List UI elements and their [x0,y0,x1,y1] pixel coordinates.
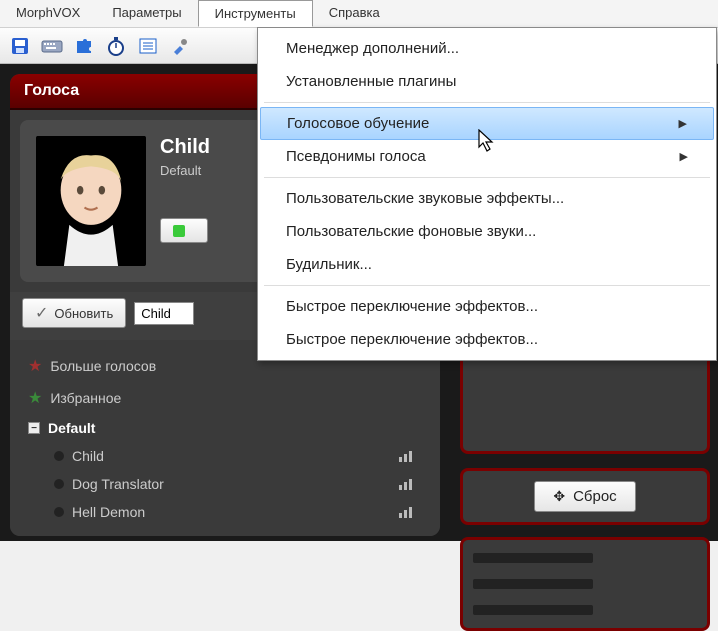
refresh-button[interactable]: ✓ Обновить [22,298,126,328]
tree-favorites[interactable]: ★ Избранное [24,382,426,414]
dd-quick-effects-2[interactable]: Быстрое переключение эффектов... [258,323,716,356]
dd-label: Быстрое переключение эффектов... [286,298,538,315]
dd-separator [264,285,710,286]
reset-panel: ✥ Сброс [460,468,710,525]
dd-label: Голосовое обучение [287,115,429,132]
tree-item-label: Dog Translator [72,476,164,492]
tree-label: Больше голосов [50,358,156,374]
eq-bar [473,605,593,615]
tree-item-dog[interactable]: Dog Translator [24,470,426,498]
dd-voice-aliases[interactable]: Псевдонимы голоса ▶ [258,140,716,173]
signal-icon [399,507,412,518]
dd-separator [264,102,710,103]
tree-item-label: Child [72,448,104,464]
check-icon: ✓ [35,303,48,323]
menu-tools[interactable]: Инструменты [198,0,313,27]
dd-label: Пользовательские звуковые эффекты... [286,190,564,207]
submenu-arrow-icon: ▶ [680,150,688,163]
voice-tree: ★ Больше голосов ★ Избранное − Default C… [10,340,440,536]
dd-label: Псевдонимы голоса [286,148,426,165]
eq-bar [473,553,593,563]
dd-label: Быстрое переключение эффектов... [286,331,538,348]
tree-default-group[interactable]: − Default [24,414,426,442]
refresh-label: Обновить [54,306,113,321]
reset-label: Сброс [573,488,617,505]
dd-custom-bg[interactable]: Пользовательские фоновые звуки... [258,215,716,248]
voice-action-button[interactable] [160,218,208,243]
bullet-icon [54,507,64,517]
star-icon: ★ [28,356,42,376]
tools-dropdown: Менеджер дополнений... Установленные пла… [257,27,717,361]
menubar: MorphVOX Параметры Инструменты Справка [0,0,718,28]
menu-morphvox[interactable]: MorphVOX [0,0,96,27]
dd-label: Пользовательские фоновые звуки... [286,223,536,240]
equalizer-panel [460,537,710,631]
dd-label: Будильник... [286,256,372,273]
avatar [36,136,146,266]
stopwatch-icon[interactable] [104,34,128,58]
dd-voice-training[interactable]: Голосовое обучение ▶ [260,107,714,140]
tree-label: Избранное [50,390,121,406]
bullet-icon [54,479,64,489]
target-icon: ✥ [553,488,565,505]
voice-select[interactable]: Child [134,302,194,325]
keyboard-icon[interactable] [40,34,64,58]
dd-label: Менеджер дополнений... [286,40,459,57]
dd-separator [264,177,710,178]
list-icon[interactable] [136,34,160,58]
dd-custom-sfx[interactable]: Пользовательские звуковые эффекты... [258,182,716,215]
voice-action-label [191,223,195,238]
dd-installed-plugins[interactable]: Установленные плагины [258,65,716,98]
dd-alarm[interactable]: Будильник... [258,248,716,281]
submenu-arrow-icon: ▶ [679,117,687,130]
tree-item-hell[interactable]: Hell Demon [24,498,426,526]
save-icon[interactable] [8,34,32,58]
menu-params[interactable]: Параметры [96,0,197,27]
dd-label: Установленные плагины [286,73,456,90]
puzzle-icon[interactable] [72,34,96,58]
tools-icon[interactable] [168,34,192,58]
bullet-icon [54,451,64,461]
tree-label: Default [48,420,95,436]
signal-icon [399,451,412,462]
tree-item-child[interactable]: Child [24,442,426,470]
status-dot-icon [173,225,185,237]
signal-icon [399,479,412,490]
reset-button[interactable]: ✥ Сброс [534,481,635,512]
star-icon: ★ [28,388,42,408]
tree-item-label: Hell Demon [72,504,145,520]
dd-quick-effects-1[interactable]: Быстрое переключение эффектов... [258,290,716,323]
collapse-icon[interactable]: − [28,422,40,434]
dd-addons-manager[interactable]: Менеджер дополнений... [258,32,716,65]
menu-help[interactable]: Справка [313,0,396,27]
eq-bar [473,579,593,589]
